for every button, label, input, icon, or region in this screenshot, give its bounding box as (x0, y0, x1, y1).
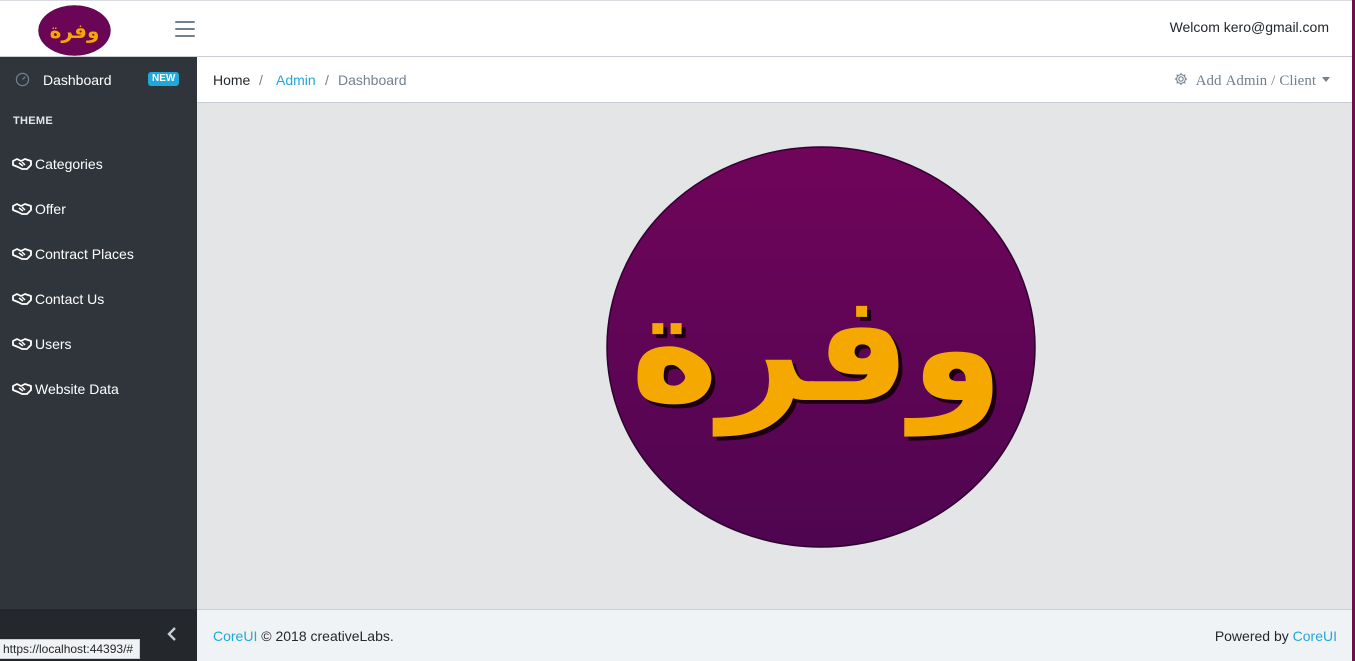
caret-down-icon (1322, 77, 1330, 82)
brand-logo[interactable]: وفرة (38, 5, 111, 56)
handshake-icon (12, 203, 32, 215)
sidebar-item-label: Website Data (35, 381, 119, 397)
footer-copyright: CoreUI © 2018 creativeLabs. (213, 628, 394, 644)
svg-text:وفرة: وفرة (50, 19, 100, 43)
sidebar-item-contract-places[interactable]: Contract Places (0, 235, 197, 275)
menu-admin-label: Admin (1225, 73, 1268, 89)
sidebar-item-users[interactable]: Users (0, 325, 197, 365)
add-user-dropdown[interactable]: Add Admin / Client (1174, 72, 1330, 90)
footer: CoreUI © 2018 creativeLabs. Powered by C… (197, 609, 1352, 661)
handshake-icon (12, 293, 32, 305)
sidebar-item-contact-us[interactable]: Contact Us (0, 280, 197, 320)
svg-text:وفرة: وفرة (630, 262, 1003, 437)
sidebar-section-title: THEME (13, 115, 53, 127)
breadcrumb-current: Dashboard (338, 72, 407, 88)
sidebar-item-website-data[interactable]: Website Data (0, 370, 197, 410)
sidebar-item-dashboard[interactable]: Dashboard NEW (0, 57, 197, 102)
handshake-icon (12, 338, 32, 350)
copyright-text: © 2018 creativeLabs. (261, 628, 394, 644)
sidebar-item-label: Offer (35, 201, 66, 217)
wafra-logo: وفرة وفرة (606, 146, 1036, 548)
breadcrumb-separator: / (325, 72, 329, 88)
chevron-left-icon (167, 627, 176, 641)
breadcrumb-home[interactable]: Home (213, 72, 250, 88)
main-content: وفرة وفرة (197, 103, 1352, 609)
sidebar-item-label: Users (35, 336, 72, 352)
sidebar-item-label: Contact Us (35, 291, 105, 307)
handshake-icon (12, 248, 32, 260)
menu-add-label: Add (1195, 73, 1222, 89)
sidebar-item-label: Categories (35, 156, 103, 172)
breadcrumb-separator: / (259, 72, 263, 88)
status-bar-url: https://localhost:44393/# (0, 639, 141, 659)
sidebar: Dashboard NEW THEME Categories Offer Con… (0, 57, 197, 661)
app-header: وفرة Welcom kero@gmail.com (0, 0, 1355, 57)
gear-icon (1174, 72, 1187, 86)
coreui-link[interactable]: CoreUI (213, 628, 257, 644)
footer-powered: Powered by CoreUI (1215, 628, 1337, 644)
new-badge: NEW (148, 72, 180, 86)
handshake-icon (12, 383, 32, 395)
sidebar-item-label: Contract Places (35, 246, 134, 262)
welcome-text: Welcom kero@gmail.com (1169, 19, 1329, 35)
sidebar-toggler-icon[interactable] (175, 21, 195, 37)
handshake-icon (12, 158, 32, 170)
sidebar-item-offer[interactable]: Offer (0, 190, 197, 230)
speedometer-icon (15, 72, 30, 87)
menu-separator: / (1271, 73, 1276, 89)
breadcrumb: Home / Admin / Dashboard Add Admin / Client (197, 57, 1355, 103)
sidebar-item-label: Dashboard (43, 72, 112, 88)
sidebar-item-categories[interactable]: Categories (0, 145, 197, 185)
breadcrumb-admin-link[interactable]: Admin (276, 72, 316, 88)
menu-client-label: Client (1279, 73, 1316, 89)
powered-by-text: Powered by (1214, 628, 1289, 644)
coreui-powered-link[interactable]: CoreUI (1293, 628, 1337, 644)
